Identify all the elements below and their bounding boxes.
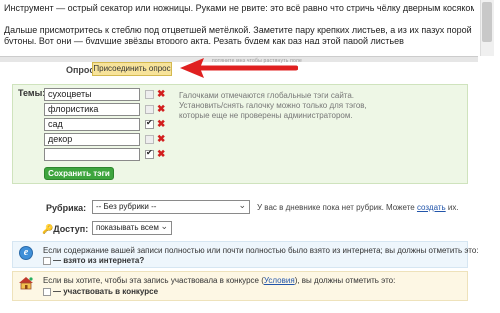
contest-text: Если вы хотите, чтобы эта запись участво…	[43, 276, 395, 285]
delete-tag-icon[interactable]: ✖	[157, 105, 165, 115]
tag-input[interactable]: сухоцветы	[44, 88, 140, 101]
contest-text-suffix: ), вы должны отметить это:	[294, 276, 396, 285]
editor-scrollbar-thumb[interactable]	[482, 2, 492, 42]
tag-input[interactable]: флористика	[44, 103, 140, 116]
contest-checkbox-label[interactable]: — участвовать в конкурсе	[53, 287, 158, 296]
internet-source-label[interactable]: — взято из интернета?	[53, 256, 144, 265]
internet-explorer-icon: e	[19, 246, 33, 260]
editor-line: Инструмент — острый секатор или ножницы.…	[4, 3, 474, 13]
delete-tag-icon[interactable]: ✖	[157, 90, 165, 100]
rubric-note: У вас в дневнике пока нет рубрик. Можете…	[257, 203, 459, 212]
access-select[interactable]: показывать всем	[92, 220, 172, 235]
access-label-text: Доступ:	[53, 224, 89, 234]
editor-line: бутоны. Вот они — будущие звёзды второго…	[4, 36, 404, 44]
contest-text-prefix: Если вы хотите, чтобы эта запись участво…	[43, 276, 264, 285]
rubric-select[interactable]: -- Без рубрики --	[92, 199, 250, 214]
tag-global-checkbox[interactable]	[145, 90, 154, 99]
delete-tag-icon[interactable]: ✖	[157, 150, 165, 160]
contest-house-icon	[19, 277, 33, 290]
tags-label: Темы:	[18, 88, 46, 98]
internet-source-text: Если содержание вашей записи полностью и…	[43, 246, 479, 255]
tags-hint-text: Галочками отмечаются глобальные тэги сай…	[179, 91, 367, 120]
tag-input-empty[interactable]	[44, 148, 140, 161]
save-tags-button[interactable]: Сохранить тэги	[44, 167, 114, 180]
delete-tag-icon[interactable]: ✖	[157, 135, 165, 145]
editor-line: Дальше присмотритесь к стеблю под отцвет…	[4, 25, 474, 35]
red-arrow-annotation	[180, 58, 298, 78]
attach-poll-button[interactable]: Присоединить опрос	[92, 62, 172, 76]
key-icon: 🔑	[42, 224, 54, 234]
tag-global-checkbox[interactable]	[145, 148, 154, 159]
rubric-label: Рубрика:	[46, 203, 87, 213]
tag-global-checkbox[interactable]	[145, 105, 154, 114]
tag-global-checkbox[interactable]	[145, 118, 154, 129]
tag-input[interactable]: сад	[44, 118, 140, 131]
tag-global-checkbox[interactable]	[145, 135, 154, 144]
contest-rules-link[interactable]: Условия	[264, 276, 295, 285]
delete-tag-icon[interactable]: ✖	[157, 120, 165, 130]
rubric-note-suffix: их.	[447, 203, 459, 212]
post-editor-textarea[interactable]: Инструмент — острый секатор или ножницы.…	[0, 0, 478, 56]
rubric-selected-value: -- Без рубрики --	[96, 202, 157, 211]
create-rubric-link[interactable]: создать	[417, 203, 446, 212]
contest-checkbox[interactable]	[43, 288, 51, 296]
tag-input[interactable]: декор	[44, 133, 140, 146]
access-label: 🔑Доступ:	[42, 224, 88, 235]
access-selected-value: показывать всем	[96, 223, 159, 232]
internet-source-checkbox[interactable]	[43, 257, 51, 265]
rubric-note-text: У вас в дневнике пока нет рубрик. Можете	[257, 203, 415, 212]
